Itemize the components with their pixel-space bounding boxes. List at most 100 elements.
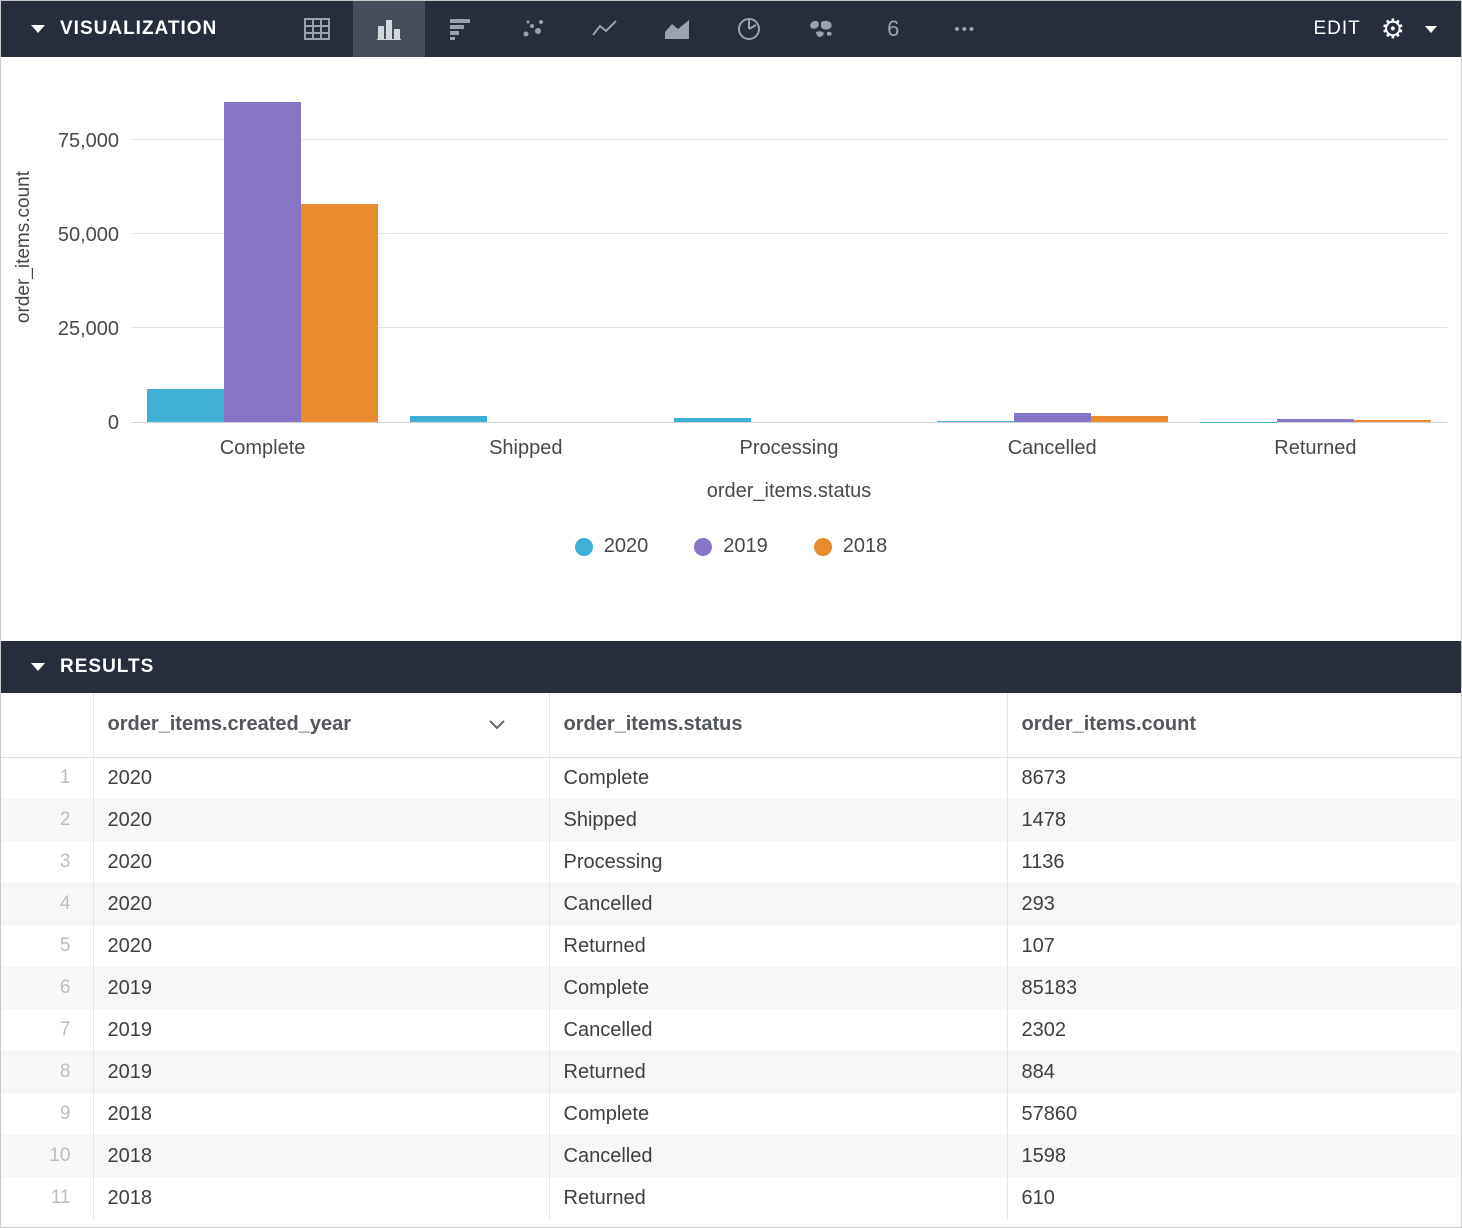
bar-2018-cancelled[interactable]	[1091, 416, 1168, 422]
row-number-cell: 1	[1, 757, 93, 799]
count-cell[interactable]: 85183	[1007, 967, 1461, 1009]
single-value-icon[interactable]: 6	[857, 1, 929, 57]
table-row[interactable]: 52020Returned107	[1, 925, 1461, 967]
sort-desc-chevron-icon[interactable]	[489, 720, 505, 730]
visualization-header-left: VISUALIZATION	[1, 18, 217, 40]
line-chart-icon[interactable]	[569, 1, 641, 57]
created-year-cell[interactable]: 2020	[93, 757, 549, 799]
table-row[interactable]: 112018Returned610	[1, 1177, 1461, 1219]
created-year-cell[interactable]: 2020	[93, 883, 549, 925]
table-row[interactable]: 82019Returned884	[1, 1051, 1461, 1093]
bars	[1200, 71, 1431, 422]
created-year-cell[interactable]: 2019	[93, 967, 549, 1009]
status-cell[interactable]: Processing	[549, 841, 1007, 883]
pie-chart-icon[interactable]	[713, 1, 785, 57]
count-cell[interactable]: 1598	[1007, 1135, 1461, 1177]
bar-2020-shipped[interactable]	[410, 416, 487, 422]
horizontal-bar-icon[interactable]	[425, 1, 497, 57]
map-icon[interactable]	[785, 1, 857, 57]
status-cell[interactable]: Returned	[549, 1051, 1007, 1093]
created-year-cell[interactable]: 2020	[93, 925, 549, 967]
column-header-status[interactable]: order_items.status	[549, 693, 1007, 757]
status-cell[interactable]: Cancelled	[549, 1009, 1007, 1051]
bar-groups	[131, 71, 1447, 422]
status-cell[interactable]: Cancelled	[549, 1135, 1007, 1177]
bar-2020-processing[interactable]	[674, 418, 751, 422]
legend-label-2019: 2019	[723, 535, 768, 558]
status-cell[interactable]: Cancelled	[549, 883, 1007, 925]
table-row[interactable]: 32020Processing1136	[1, 841, 1461, 883]
created-year-cell[interactable]: 2019	[93, 1051, 549, 1093]
created-year-cell[interactable]: 2020	[93, 799, 549, 841]
column-header-count[interactable]: order_items.count	[1007, 693, 1461, 757]
created-year-cell[interactable]: 2019	[93, 1009, 549, 1051]
bar-2020-cancelled[interactable]	[937, 421, 1014, 422]
bar-2019-complete[interactable]	[224, 102, 301, 422]
bar-group-shipped	[394, 71, 657, 422]
x-axis-labels: CompleteShippedProcessingCancelledReturn…	[131, 437, 1447, 460]
legend-item-2018[interactable]: 2018	[814, 535, 888, 558]
created-year-cell[interactable]: 2020	[93, 841, 549, 883]
count-cell[interactable]: 2302	[1007, 1009, 1461, 1051]
table-row[interactable]: 12020Complete8673	[1, 757, 1461, 799]
visualization-header-right: EDIT ⚙	[1314, 16, 1462, 43]
y-axis-ticks: 025,00050,00075,000	[47, 71, 131, 423]
settings-caret-icon[interactable]	[1425, 26, 1437, 33]
count-cell[interactable]: 57860	[1007, 1093, 1461, 1135]
bar-2018-complete[interactable]	[301, 204, 378, 422]
table-row[interactable]: 62019Complete85183	[1, 967, 1461, 1009]
column-header-created-year[interactable]: order_items.created_year	[93, 693, 549, 757]
created-year-cell[interactable]: 2018	[93, 1135, 549, 1177]
status-cell[interactable]: Complete	[549, 967, 1007, 1009]
bar-2019-cancelled[interactable]	[1014, 413, 1091, 422]
bar-2020-complete[interactable]	[147, 389, 224, 422]
area-chart-icon[interactable]	[641, 1, 713, 57]
legend-label-2020: 2020	[604, 535, 649, 558]
row-number-cell: 9	[1, 1093, 93, 1135]
bar-chart-icon[interactable]	[353, 1, 425, 57]
created-year-cell[interactable]: 2018	[93, 1093, 549, 1135]
legend-item-2020[interactable]: 2020	[575, 535, 649, 558]
collapse-visualization-caret-icon[interactable]	[31, 25, 45, 33]
count-cell[interactable]: 884	[1007, 1051, 1461, 1093]
results-table-header-row: order_items.created_year order_items.sta…	[1, 693, 1461, 757]
table-row[interactable]: 22020Shipped1478	[1, 799, 1461, 841]
edit-button[interactable]: EDIT	[1314, 18, 1361, 40]
column-header-status-label: order_items.status	[564, 713, 743, 736]
status-cell[interactable]: Complete	[549, 757, 1007, 799]
status-cell[interactable]: Returned	[549, 925, 1007, 967]
legend-item-2019[interactable]: 2019	[694, 535, 768, 558]
created-year-cell[interactable]: 2018	[93, 1177, 549, 1219]
more-icon[interactable]: •••	[929, 1, 1001, 57]
plot-area	[131, 71, 1447, 423]
table-row[interactable]: 42020Cancelled293	[1, 883, 1461, 925]
count-cell[interactable]: 1478	[1007, 799, 1461, 841]
table-row[interactable]: 102018Cancelled1598	[1, 1135, 1461, 1177]
table-row[interactable]: 92018Complete57860	[1, 1093, 1461, 1135]
scatter-icon[interactable]	[497, 1, 569, 57]
status-cell[interactable]: Shipped	[549, 799, 1007, 841]
count-cell[interactable]: 107	[1007, 925, 1461, 967]
chart-section: order_items.count 025,00050,00075,000 Co…	[1, 57, 1461, 641]
bar-group-complete	[131, 71, 394, 422]
row-number-cell: 10	[1, 1135, 93, 1177]
results-table-body: 12020Complete867322020Shipped147832020Pr…	[1, 757, 1461, 1219]
count-cell[interactable]: 293	[1007, 883, 1461, 925]
y-axis-title: order_items.count	[1, 71, 47, 423]
x-tick-label-processing: Processing	[657, 437, 920, 460]
table-row[interactable]: 72019Cancelled2302	[1, 1009, 1461, 1051]
app-window: VISUALIZATION	[0, 0, 1462, 1228]
bar-2019-returned[interactable]	[1277, 419, 1354, 422]
count-cell[interactable]: 1136	[1007, 841, 1461, 883]
count-cell[interactable]: 610	[1007, 1177, 1461, 1219]
column-header-created-year-label: order_items.created_year	[108, 713, 351, 736]
status-cell[interactable]: Returned	[549, 1177, 1007, 1219]
bar-group-cancelled	[921, 71, 1184, 422]
table-icon[interactable]	[281, 1, 353, 57]
collapse-results-caret-icon[interactable]	[31, 663, 45, 671]
bar-2018-returned[interactable]	[1354, 420, 1431, 422]
plot-row: order_items.count 025,00050,00075,000	[1, 71, 1461, 423]
gear-icon[interactable]: ⚙	[1381, 16, 1405, 43]
count-cell[interactable]: 8673	[1007, 757, 1461, 799]
status-cell[interactable]: Complete	[549, 1093, 1007, 1135]
